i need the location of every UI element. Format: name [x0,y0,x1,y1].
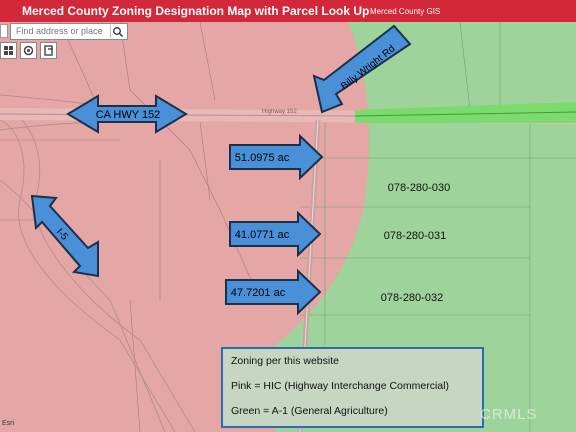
legend-green: Green = A-1 (General Agriculture) [231,405,388,417]
zoning-legend: Zoning per this website Pink = HIC (High… [221,347,484,428]
label-hwy-152: CA HWY 152 [96,109,161,121]
app-header: Merced County Zoning Designation Map wit… [0,0,576,22]
esri-logo: Esri [2,420,15,427]
search-box[interactable]: Find address or place [10,23,128,40]
parcel-label-2: 078-280-031 [384,230,446,242]
app-title: Merced County Zoning Designation Map wit… [22,4,370,18]
parcel-label-3: 078-280-032 [381,292,443,304]
road-label-small: Highway 152 [262,109,297,115]
acreage-label-2: 41.0771 ac [235,229,290,241]
watermark: CRMLS [480,406,538,423]
app-subtitle: Merced County GIS [370,7,441,16]
search-input[interactable]: Find address or place [16,26,103,36]
acreage-label-3: 47.7201 ac [231,287,286,299]
export-icon[interactable] [40,42,57,59]
grid-icon[interactable] [0,42,17,59]
acreage-label-1: 51.0975 ac [235,152,290,164]
legend-title: Zoning per this website [231,355,339,367]
parcel-label-1: 078-280-030 [388,182,450,194]
menu-button[interactable] [0,24,8,38]
legend-pink: Pink = HIC (Highway Interchange Commerci… [231,380,449,392]
search-icon[interactable] [110,25,125,38]
layers-icon[interactable] [20,42,37,59]
